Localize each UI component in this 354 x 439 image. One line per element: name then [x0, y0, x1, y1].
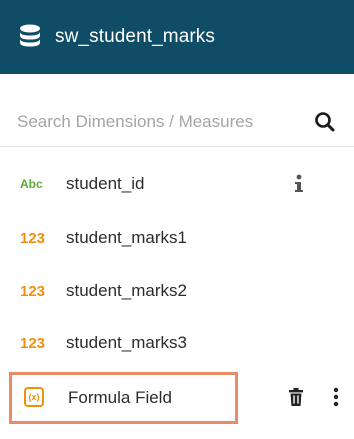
list-item-student-marks1[interactable]: 123 student_marks1: [0, 212, 354, 264]
search-icon[interactable]: [314, 111, 336, 133]
formula-icon: (x): [24, 387, 44, 407]
field-label: student_marks3: [66, 333, 187, 352]
measure-type-badge: 123: [20, 282, 46, 300]
dimension-type-badge: Abc: [20, 177, 43, 191]
list-item-student-marks3[interactable]: 123 student_marks3: [0, 317, 354, 369]
list-item-formula-field[interactable]: (x) Formula Field: [9, 372, 238, 424]
field-label: student_marks2: [66, 281, 187, 300]
dataset-header: sw_student_marks: [0, 0, 354, 74]
search-input[interactable]: [0, 101, 300, 142]
search-bar: [0, 97, 354, 147]
more-vertical-icon[interactable]: [333, 387, 339, 407]
formula-field-label: Formula Field: [68, 388, 172, 407]
database-icon: [19, 23, 41, 51]
trash-icon[interactable]: [289, 388, 303, 406]
measure-type-badge: 123: [20, 229, 46, 247]
field-label: student_marks1: [66, 228, 187, 247]
list-item-student-id[interactable]: Abc student_id: [0, 158, 354, 210]
list-item-student-marks2[interactable]: 123 student_marks2: [0, 265, 354, 317]
info-icon[interactable]: [292, 174, 306, 194]
field-label: student_id: [66, 174, 145, 193]
measure-type-badge: 123: [20, 334, 46, 352]
dataset-title: sw_student_marks: [55, 26, 216, 47]
